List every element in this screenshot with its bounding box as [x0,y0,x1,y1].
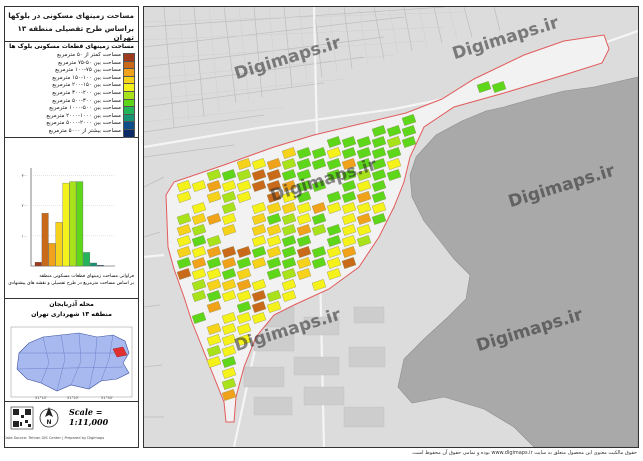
histogram-bar [48,243,56,267]
legend-label: مساحت کمتر از ۵۰ مترمربع [56,52,121,58]
svg-text:51°10': 51°10' [35,396,47,400]
histogram-panel: ۳۰۰ ۲۰۰ ۱۰۰ فراوانی مساحت زمینهای قطعات مس… [5,138,138,299]
legend-label: مساحت بین ۵۰-۷۵ مترمربع [58,59,121,66]
histogram-bar [34,262,42,267]
legend-title: مساحت زمینهای قطعات مسکونی بلوک ها [9,43,134,50]
map-title-block: مساحت زمینهای مسکونی در بلوکها براساس طر… [5,7,138,42]
histogram-ytick: ۱۰۰ [22,233,28,238]
legend-label: مساحت بین ۱۰۰۰-۲۰۰۰ مترمربع [46,112,121,119]
basemap [144,7,638,447]
map-footer-panel: N Scale = 1:11,000 [5,401,138,447]
map-title-line2: براساس طرح تفصیلی منطقه ۱۳ تهران [17,24,134,42]
svg-text:N: N [47,419,52,426]
histogram-caption-2: بر اساس مساحت مترمربع در طرح تفصیلی و نق… [8,281,134,286]
legend-label: مساحت بین ۲۰۰-۳۰۰ مترمربع [52,90,121,96]
legend-label: مساحت بین ۲۰۰۰-۵۰۰۰ مترمربع [46,120,121,127]
histogram-ytick: ۲۰۰ [22,203,28,208]
legend-label: مساحت بین ۵۰۰-۱۰۰۰ مترمربع [49,105,121,112]
legend-swatch [123,129,135,138]
legend-label: مساحت بیشتر از ۵۰۰۰ مترمربع [48,128,121,134]
region-info: محله آذربایجان منطقه ۱۳ شهرداری تهران [5,298,138,324]
histogram-bar [76,181,84,267]
legend-label: مساحت بین ۳۰۰-۵۰۰ مترمربع [52,97,121,104]
svg-text:51°20': 51°20' [67,396,79,400]
svg-text:51°30': 51°30' [101,396,113,400]
legend-label: مساحت بین ۱۵۰-۲۰۰ مترمربع [52,82,121,89]
map-canvas[interactable]: Digimaps.ir Digimaps.ir Digimaps.ir Digi… [143,6,639,448]
histogram-bar [97,265,104,267]
histogram-bar [69,181,77,267]
legend-label: مساحت بین ۷۵-۱۰۰ مترمربع [55,67,121,74]
histogram-ytick: ۳۰۰ [22,173,28,178]
histogram-bar [90,262,97,267]
legend-label: مساحت بین ۱۰۰-۱۵۰ مترمربع [52,74,121,81]
histogram-bar [62,182,70,267]
histogram-bar [55,222,63,267]
district-name: منطقه ۱۳ شهرداری تهران [31,311,112,318]
map-legend: مساحت زمینهای قطعات مسکونی بلوک ها مساحت… [5,41,138,138]
neighborhood-name: محله آذربایجان [49,301,94,308]
locator-map: 51°10' 51°20' 51°30' [5,323,138,402]
map-title-line1: مساحت زمینهای مسکونی در بلوکها [8,11,134,20]
map-sidebar: مساحت زمینهای مسکونی در بلوکها براساس طر… [4,6,139,448]
copyright-footer: حقوق مالکیت معنوی این محصول متعلق به سای… [411,450,637,456]
histogram-bar [41,213,49,267]
credit-text: Data Source: Tehran GIS Center | Prepare… [4,436,105,440]
legend-item: مساحت بیشتر از ۵۰۰۰ مترمربع [13,128,135,138]
map-scale: Scale = 1:11,000 [69,407,109,427]
histogram-caption-1: فراوانی مساحت زمینهای قطعات مسکونی منطقه [39,274,134,279]
locator-map-graphic: 51°10' 51°20' 51°30' [10,326,133,400]
histogram-bar [83,252,91,267]
